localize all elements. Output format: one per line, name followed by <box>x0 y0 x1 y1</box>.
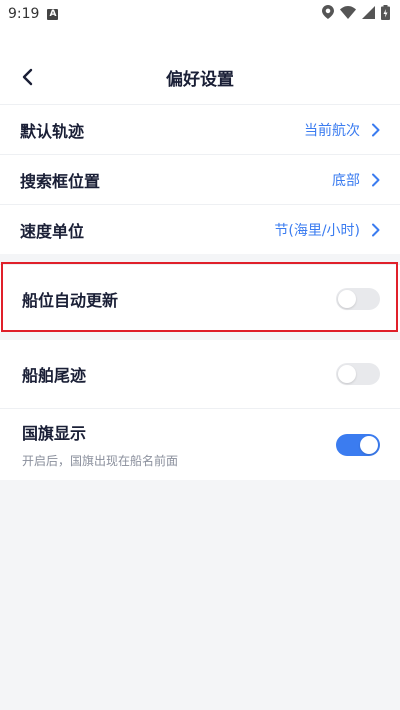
setting-right: 底部 <box>332 170 382 190</box>
setting-ship-trail: 船舶尾迹 <box>0 340 400 408</box>
setting-text: 国旗显示 开启后，国旗出现在船名前面 <box>22 420 178 469</box>
toggle-knob <box>360 435 378 454</box>
setting-text: 船舶尾迹 <box>22 362 86 386</box>
setting-value: 底部 <box>332 172 360 189</box>
status-time: 9:19 <box>8 6 40 22</box>
screen: 9:19 A 偏好设置 默认轨迹 当前航次 搜索框位置 底部 速度单位 节(海里… <box>0 0 400 710</box>
chevron-right-icon <box>368 123 382 137</box>
setting-value: 节(海里/小时) <box>274 222 360 239</box>
setting-label: 默认轨迹 <box>20 121 85 141</box>
location-icon <box>322 5 334 23</box>
setting-text: 船位自动更新 <box>22 287 118 311</box>
setting-flag-display: 国旗显示 开启后，国旗出现在船名前面 <box>0 408 400 480</box>
back-button[interactable] <box>16 66 38 88</box>
group-spacer <box>0 332 400 340</box>
chevron-right-icon <box>368 223 382 237</box>
setting-description: 开启后，国旗出现在船名前面 <box>22 454 179 468</box>
group-spacer <box>0 254 400 264</box>
toggle-settings-group: 船位自动更新 船舶尾迹 国旗显示 开启后，国旗出现在船名前面 <box>0 264 400 480</box>
setting-auto-update-position: 船位自动更新 <box>0 264 400 332</box>
setting-label: 搜索框位置 <box>20 171 101 191</box>
flag-display-toggle[interactable] <box>336 433 380 456</box>
status-right <box>322 4 390 24</box>
auto-update-toggle[interactable] <box>336 287 380 310</box>
setting-right: 当前航次 <box>304 120 382 140</box>
setting-label: 船位自动更新 <box>22 290 119 310</box>
setting-label: 速度单位 <box>20 221 85 241</box>
setting-right: 节(海里/小时) <box>274 220 382 240</box>
nav-settings-group: 默认轨迹 当前航次 搜索框位置 底部 速度单位 节(海里/小时) <box>0 104 400 254</box>
setting-speed-unit[interactable]: 速度单位 节(海里/小时) <box>0 204 400 254</box>
page-title: 偏好设置 <box>166 69 234 90</box>
toggle-knob <box>338 365 356 383</box>
header: 偏好设置 <box>0 28 400 104</box>
battery-charging-icon <box>381 4 390 24</box>
status-left: 9:19 A <box>8 6 59 22</box>
chevron-left-icon <box>22 68 33 86</box>
toggle-knob <box>338 289 356 308</box>
setting-value: 当前航次 <box>304 122 360 139</box>
setting-label: 船舶尾迹 <box>22 366 87 385</box>
setting-search-position[interactable]: 搜索框位置 底部 <box>0 154 400 204</box>
status-bar: 9:19 A <box>0 0 400 28</box>
setting-label: 国旗显示 <box>22 424 87 443</box>
setting-default-track[interactable]: 默认轨迹 当前航次 <box>0 104 400 154</box>
notification-a-icon: A <box>47 8 59 20</box>
chevron-right-icon <box>368 173 382 187</box>
ship-trail-toggle[interactable] <box>336 363 380 385</box>
signal-icon <box>362 5 375 23</box>
wifi-icon <box>340 5 356 23</box>
